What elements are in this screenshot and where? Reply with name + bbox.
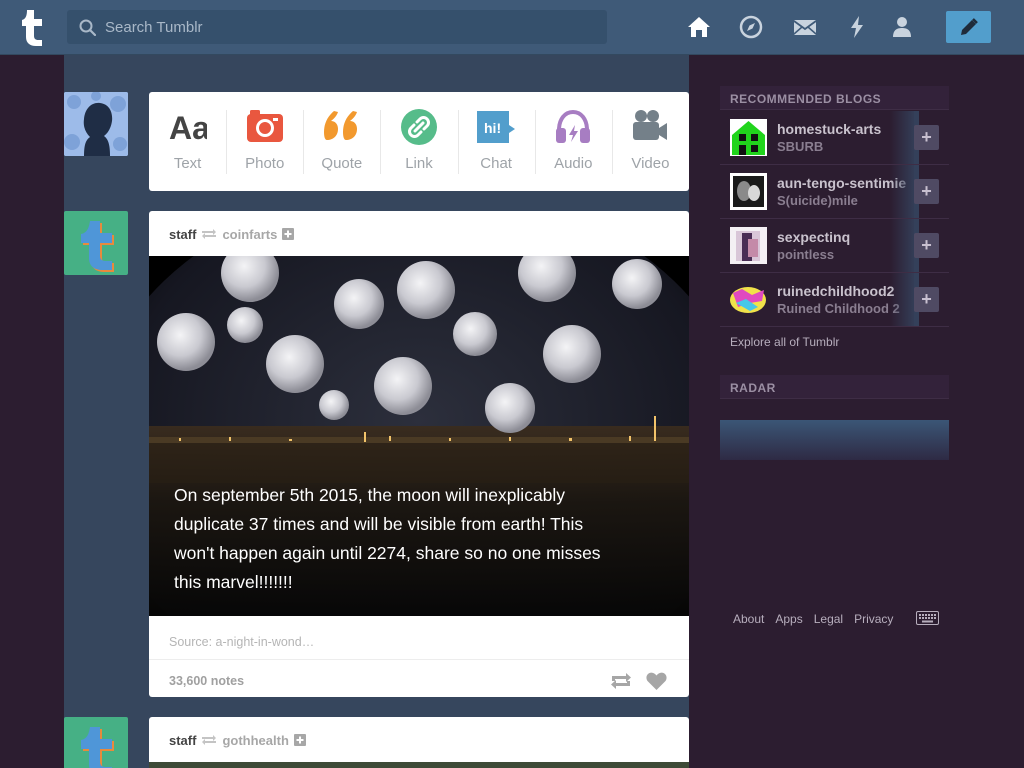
svg-text:Aa: Aa xyxy=(169,110,207,146)
post-header: staff gothhealth xyxy=(169,732,306,748)
reblogged-from-link[interactable]: coinfarts xyxy=(222,227,277,242)
post-type-video[interactable]: Video xyxy=(611,92,689,191)
post-header: staff coinfarts xyxy=(169,226,295,242)
reblog-small-icon xyxy=(202,229,217,239)
pencil-icon xyxy=(961,18,978,35)
post-photo[interactable]: On september 5th 2015, the moon will ine… xyxy=(149,256,689,616)
post-author-avatar[interactable] xyxy=(64,211,128,275)
blog-avatar-photo xyxy=(730,173,767,210)
post-type-label: Link xyxy=(405,155,433,172)
post-type-label: Audio xyxy=(554,155,593,172)
quote-icon xyxy=(323,111,357,140)
chat-glyph: hi! xyxy=(484,120,501,136)
post-type-label: Chat xyxy=(480,155,512,172)
search-input[interactable] xyxy=(105,10,595,44)
post-footer: 33,600 notes xyxy=(149,659,689,697)
account-person-icon[interactable] xyxy=(889,14,915,40)
reblog-icon[interactable] xyxy=(610,672,632,690)
blog-avatar-photo xyxy=(730,227,767,264)
blog-avatar[interactable] xyxy=(730,227,767,264)
post-author-link[interactable]: staff xyxy=(169,227,196,242)
follow-blog-button[interactable]: + xyxy=(914,233,939,258)
recommended-blogs-list: homestuck-arts SBURB + aun-tengo-sentimi… xyxy=(720,111,949,327)
dashboard-post: staff coinfarts On september 5th 2015, t… xyxy=(149,211,689,697)
footer-link-about[interactable]: About xyxy=(733,612,764,626)
follow-plus-icon[interactable] xyxy=(293,734,306,746)
blog-avatar[interactable] xyxy=(730,119,767,156)
video-camera-icon xyxy=(633,110,668,140)
footer-link-privacy[interactable]: Privacy xyxy=(854,612,893,626)
activity-lightning-icon[interactable] xyxy=(844,14,870,40)
compose-button[interactable] xyxy=(946,11,991,43)
headphones-icon xyxy=(556,109,591,143)
search-bar[interactable] xyxy=(67,10,607,44)
follow-blog-button[interactable]: + xyxy=(914,287,939,312)
recommended-blog-item[interactable]: sexpectinq pointless + xyxy=(720,219,949,273)
post-source-link[interactable]: Source: a-night-in-wond… xyxy=(169,635,314,649)
post-type-audio[interactable]: Audio xyxy=(534,92,612,191)
tumblr-logo-icon[interactable] xyxy=(18,8,48,46)
blog-avatar[interactable] xyxy=(730,173,767,210)
post-type-label: Photo xyxy=(245,155,285,172)
reblog-small-icon xyxy=(202,735,217,745)
post-type-label: Video xyxy=(631,155,670,172)
recommended-blog-item[interactable]: ruinedchildhood2 Ruined Childhood 2 + xyxy=(720,273,949,327)
keyboard-shortcuts-icon[interactable] xyxy=(916,611,939,625)
chat-bubble-icon: hi! xyxy=(477,111,516,143)
follow-blog-button[interactable]: + xyxy=(914,179,939,204)
footer-links: About Apps Legal Privacy xyxy=(733,612,893,626)
radar-heading: RADAR xyxy=(720,375,949,399)
radar-post-preview[interactable] xyxy=(720,420,949,460)
inbox-mail-icon[interactable] xyxy=(792,14,818,40)
footer-link-legal[interactable]: Legal xyxy=(814,612,843,626)
name-fade-overlay xyxy=(890,111,916,164)
post-type-selector: Aa Text Photo Quote Link hi! Chat Audio … xyxy=(149,92,689,191)
top-header xyxy=(0,0,1024,55)
post-type-label: Quote xyxy=(321,155,363,172)
name-fade-overlay xyxy=(890,273,916,326)
recommended-blogs-heading: RECOMMENDED BLOGS xyxy=(720,86,949,110)
recommended-blog-item[interactable]: homestuck-arts SBURB + xyxy=(720,111,949,165)
post-type-chat[interactable]: hi! Chat xyxy=(457,92,535,191)
staff-avatar-icon xyxy=(64,717,128,768)
explore-tumblr-link[interactable]: Explore all of Tumblr xyxy=(730,335,839,349)
name-fade-overlay xyxy=(890,219,916,272)
user-avatar[interactable] xyxy=(64,92,128,156)
reblogged-from-link[interactable]: gothhealth xyxy=(222,733,288,748)
post-author-link[interactable]: staff xyxy=(169,733,196,748)
recommended-blog-item[interactable]: aun-tengo-sentimie S(uicide)mile + xyxy=(720,165,949,219)
heart-icon[interactable] xyxy=(646,672,667,690)
staff-avatar-icon xyxy=(64,211,128,275)
follow-plus-icon[interactable] xyxy=(282,228,295,240)
footer-link-apps[interactable]: Apps xyxy=(775,612,802,626)
post-type-link[interactable]: Link xyxy=(380,92,457,191)
name-fade-overlay xyxy=(890,165,916,218)
explore-compass-icon[interactable] xyxy=(738,14,764,40)
notes-count[interactable]: 33,600 notes xyxy=(169,674,244,688)
post-type-quote[interactable]: Quote xyxy=(303,92,380,191)
follow-blog-button[interactable]: + xyxy=(914,125,939,150)
photo-caption-text: On september 5th 2015, the moon will ine… xyxy=(174,485,601,592)
post-type-photo[interactable]: Photo xyxy=(226,92,303,191)
search-icon xyxy=(79,19,96,36)
post-photo[interactable] xyxy=(149,762,689,768)
dashboard-post: staff gothhealth xyxy=(149,717,689,768)
link-icon xyxy=(400,109,437,145)
post-type-label: Text xyxy=(173,155,202,172)
user-silhouette-icon xyxy=(64,92,128,156)
home-icon[interactable] xyxy=(686,14,712,40)
post-type-text[interactable]: Aa Text xyxy=(149,92,226,191)
homestuck-house-icon xyxy=(730,119,767,156)
text-aa-icon: Aa xyxy=(169,110,207,146)
post-author-avatar[interactable] xyxy=(64,717,128,768)
camera-icon xyxy=(246,110,283,142)
blog-avatar[interactable] xyxy=(730,281,767,318)
blog-avatar-photo xyxy=(730,281,767,318)
